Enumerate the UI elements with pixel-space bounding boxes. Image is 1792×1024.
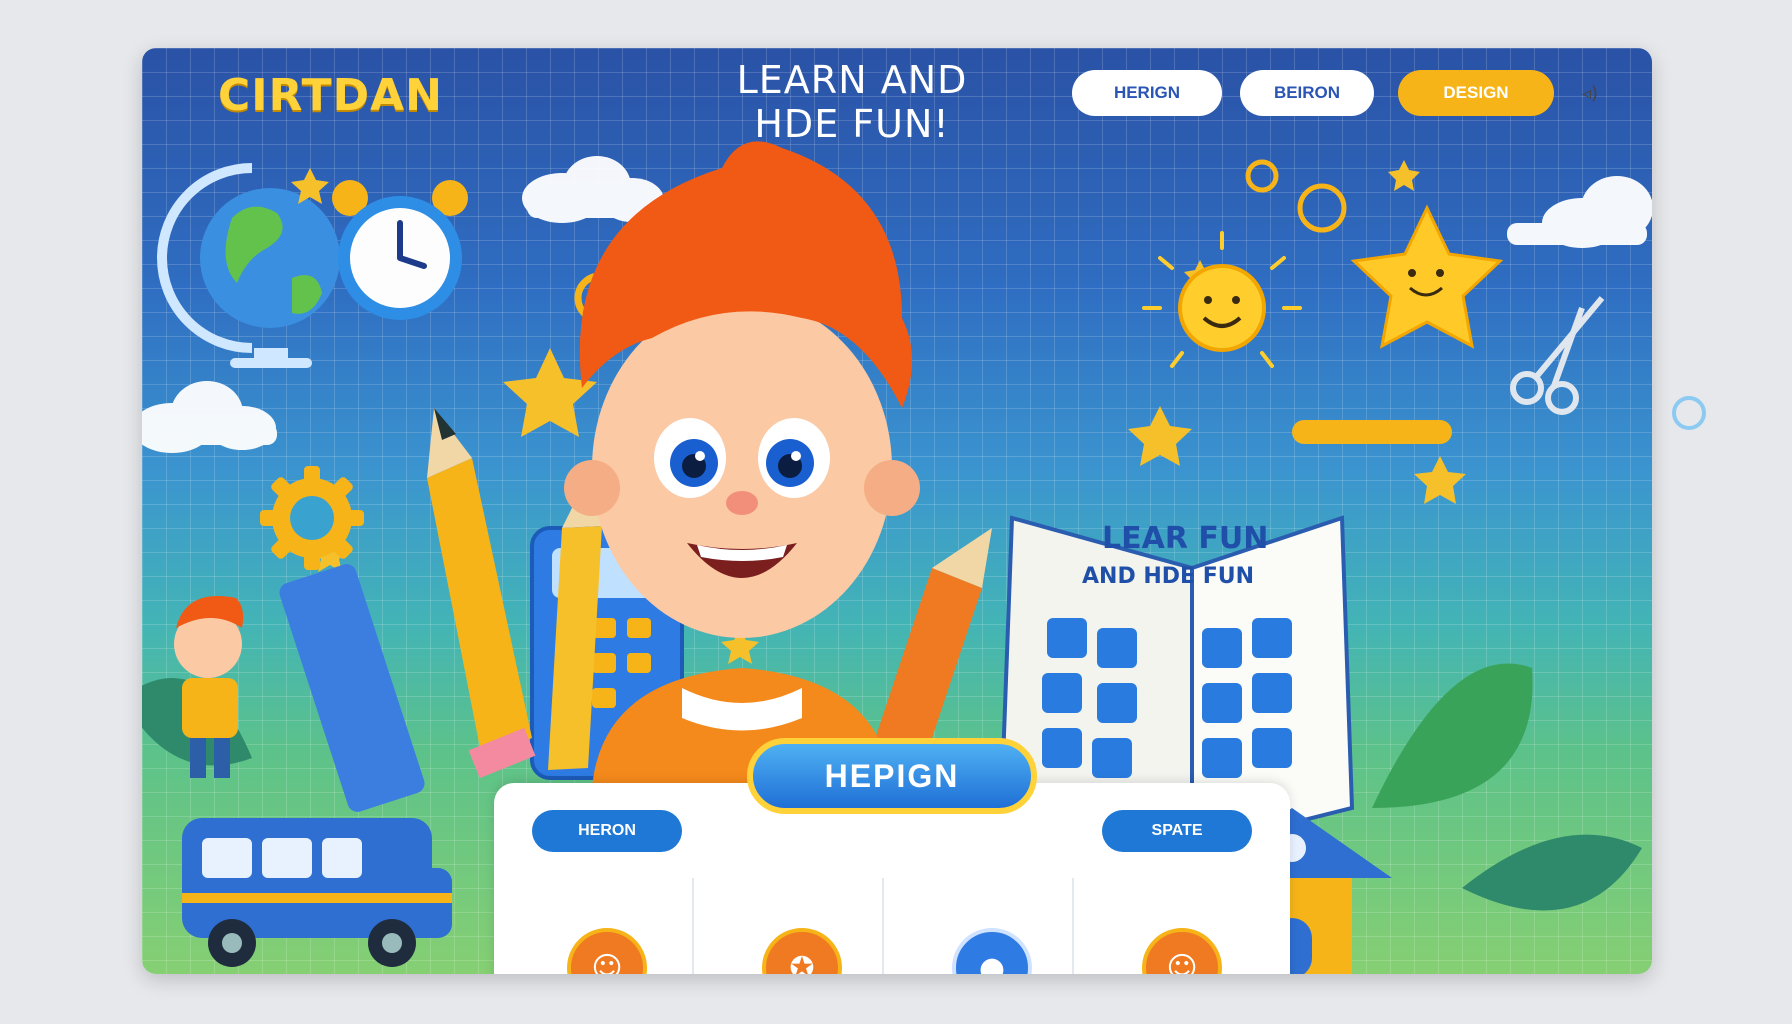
hero-headline: LEARN AND HDE FUN! bbox=[662, 58, 1042, 146]
scissors-icon bbox=[1510, 296, 1605, 415]
marker-icon bbox=[279, 564, 425, 812]
headline-line-1: LEARN AND bbox=[736, 58, 968, 102]
gear-icon bbox=[260, 466, 364, 570]
ruler-icon bbox=[1292, 420, 1452, 444]
nav-beiron-button[interactable]: BEIRON bbox=[1240, 70, 1374, 116]
book-title: LEAR FUN bbox=[1102, 521, 1268, 556]
cloud-icon bbox=[1507, 176, 1652, 248]
book-subtitle: AND HDE FUN bbox=[1082, 564, 1254, 589]
cloud-icon bbox=[142, 381, 277, 453]
smiling-star-icon bbox=[1350, 204, 1504, 349]
bus-icon bbox=[182, 818, 452, 967]
alarm-clock-icon bbox=[332, 180, 468, 320]
ring-icon bbox=[1245, 159, 1279, 193]
hero-card: LEAR FUN AND HDE FUN CIRTDAN LEARN AND H… bbox=[142, 48, 1652, 974]
panel-divider bbox=[1072, 878, 1074, 974]
headline-line-2: HDE FUN! bbox=[754, 102, 950, 146]
pencil-icon bbox=[872, 528, 992, 768]
panel-divider bbox=[692, 878, 694, 974]
ring-icon bbox=[1672, 396, 1706, 430]
primary-cta-button[interactable]: HEPIGN bbox=[747, 738, 1037, 814]
brand-logo[interactable]: CIRTDAN bbox=[218, 70, 443, 121]
speaker-icon[interactable]: ◃) bbox=[1582, 83, 1604, 105]
panel-divider bbox=[882, 878, 884, 974]
nav-design-button[interactable]: DESIGN bbox=[1398, 70, 1554, 116]
ring-icon bbox=[1297, 183, 1347, 233]
pencil-icon bbox=[427, 408, 536, 779]
nav-herign-button[interactable]: HERIGN bbox=[1072, 70, 1222, 116]
heron-button[interactable]: HERON bbox=[532, 810, 682, 852]
spate-button[interactable]: SPATE bbox=[1102, 810, 1252, 852]
sun-icon bbox=[1142, 231, 1302, 368]
